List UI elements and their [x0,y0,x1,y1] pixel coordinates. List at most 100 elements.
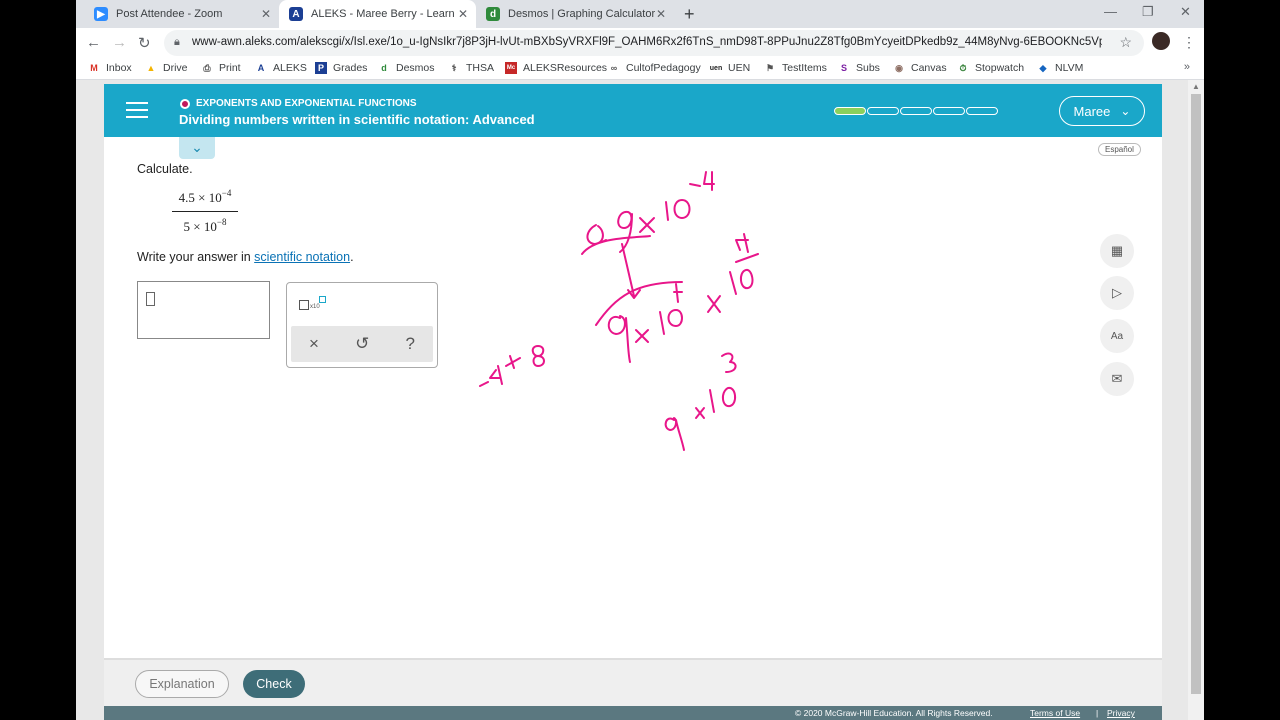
url-text[interactable]: www-awn.aleks.com/alekscgi/x/Isl.exe/1o_… [192,36,1102,48]
action-bar: Explanation Check [104,658,1162,706]
fraction-denominator: 5 × 10−8 [172,212,238,235]
user-name: Maree [1073,103,1111,119]
screen: ▶ Post Attendee - Zoom ✕ A ALEKS - Maree… [76,0,1204,720]
scientific-notation-button[interactable]: x10 [299,296,327,312]
progress-segment [933,107,965,115]
bookmark-label: NLVM [1055,62,1084,74]
tab-desmos[interactable]: d Desmos | Graphing Calculator ✕ [476,0,674,28]
calculator-icon[interactable]: ▦ [1100,234,1134,268]
bookmark-label: TestItems [782,62,827,74]
bookmark-subs[interactable]: S Subs [838,62,880,74]
privacy-link[interactable]: Privacy [1107,708,1135,718]
aleks-icon: A [289,7,303,21]
copyright-text: © 2020 McGraw-Hill Education. All Rights… [795,708,993,718]
problem-prompt: Calculate. [137,162,193,176]
bookmark-nlvm[interactable]: ◆ NLVM [1037,62,1084,74]
bookmark-aleksresources[interactable]: Mc ALEKSResources [505,62,607,74]
star-icon[interactable]: ☆ [1119,34,1132,51]
bookmark-label: Subs [856,62,880,74]
more-bookmarks-icon[interactable]: » [1184,61,1190,73]
bookmark-aleks[interactable]: A ALEKS [255,62,307,74]
scientific-notation-link[interactable]: scientific notation [254,250,350,264]
close-icon[interactable]: ✕ [261,7,271,21]
fraction-numerator: 4.5 × 10−4 [172,188,238,212]
bookmark-label: Grades [333,62,368,74]
gmail-icon: M [90,63,98,73]
bookmark-stopwatch[interactable]: ⏱ Stopwatch [957,62,1024,74]
hamburger-menu-icon[interactable] [126,102,148,118]
bookmark-inbox[interactable]: M Inbox [88,62,131,74]
zoom-icon: ▶ [94,7,108,21]
aleks-header: EXPONENTS AND EXPONENTIAL FUNCTIONS Divi… [104,84,1162,137]
numerator-coefficient: 4.5 × 10 [178,190,222,205]
bookmark-label: ALEKSResources [523,62,608,74]
uen-icon: uen [709,64,723,72]
topic-title: EXPONENTS AND EXPONENTIAL FUNCTIONS [180,98,417,109]
printer-icon: ⎙ [203,62,211,73]
instruction-pre: Write your answer in [137,250,255,264]
bookmark-thsa[interactable]: ⚕ THSA [448,62,494,74]
aleks-icon: A [257,63,265,73]
canvas-icon: ◉ [895,62,903,73]
bookmark-drive[interactable]: ▲ Drive [145,62,188,74]
close-icon[interactable]: ✕ [656,7,666,21]
menu-icon[interactable]: ⋮ [1182,34,1196,51]
answer-input[interactable] [137,281,270,339]
minimize-button[interactable]: — [1104,4,1117,19]
progress-segment [867,107,899,115]
bookmark-label: Print [219,62,241,74]
bookmark-label: ALEKS [273,62,307,74]
expand-chevron-button[interactable]: ⌄ [179,137,215,159]
lock-icon: 🔒︎ [174,36,180,48]
browser-toolbar: ← → ↻ 🔒︎ www-awn.aleks.com/alekscgi/x/Is… [76,28,1204,58]
subs-icon: S [840,63,847,73]
bookmark-uen[interactable]: uen UEN [710,62,750,74]
undo-button[interactable]: ↺ [355,334,369,354]
profile-avatar[interactable] [1152,32,1170,50]
close-icon[interactable]: ✕ [458,7,468,21]
terms-link[interactable]: Terms of Use [1030,708,1080,718]
scrollbar[interactable]: ▲ [1188,80,1204,720]
video-icon[interactable]: ▷ [1100,276,1134,310]
check-button[interactable]: Check [243,670,305,698]
bookmark-label: Desmos [396,62,435,74]
forward-icon[interactable]: → [112,34,127,51]
scroll-up-icon[interactable]: ▲ [1192,82,1200,91]
problem-fraction: 4.5 × 10−4 5 × 10−8 [172,188,238,235]
tab-zoom[interactable]: ▶ Post Attendee - Zoom ✕ [84,0,279,28]
bookmark-desmos[interactable]: d Desmos [378,62,435,74]
footer-separator: | [1096,708,1099,718]
user-menu-button[interactable]: Maree ⌄ [1059,96,1145,126]
answer-slot[interactable] [146,292,155,306]
scroll-thumb[interactable] [1191,94,1201,694]
tab-title: ALEKS - Maree Berry - Learn [311,8,455,20]
clear-button[interactable]: × [309,334,319,354]
help-button[interactable]: ? [405,334,414,354]
denominator-exponent: −8 [216,217,227,227]
bookmark-testitems[interactable]: ⚑ TestItems [764,62,827,74]
desmos-icon: d [381,63,387,73]
progress-segment [900,107,932,115]
link-icon: ∞ [610,63,618,73]
tab-strip: ▶ Post Attendee - Zoom ✕ A ALEKS - Maree… [76,0,1204,28]
bookmarks-bar: M Inbox ▲ Drive ⎙ Print A ALEKS P Grades d Des… [76,58,1204,80]
dictionary-icon[interactable]: Aa [1100,319,1134,353]
keypad-action-row: × ↺ ? [291,326,433,362]
mail-icon[interactable]: ✉ [1100,362,1134,396]
bookmark-grades[interactable]: P Grades [315,62,367,74]
bookmark-canvas[interactable]: ◉ Canvas [893,62,947,74]
grades-icon: P [315,62,327,74]
bookmark-print[interactable]: ⎙ Print [201,62,241,74]
address-bar[interactable]: 🔒︎ www-awn.aleks.com/alekscgi/x/Isl.exe/… [164,30,1144,56]
new-tab-button[interactable]: + [684,4,695,25]
back-icon[interactable]: ← [86,34,101,51]
restore-button[interactable]: ❐ [1142,4,1154,20]
bookmark-cultofpedagogy[interactable]: ∞ CultofPedagogy [608,62,701,74]
reload-icon[interactable]: ↻ [138,34,151,52]
math-keypad: x10 × ↺ ? [286,282,438,368]
explanation-button[interactable]: Explanation [135,670,229,698]
window-close-button[interactable]: ✕ [1180,4,1191,20]
instruction-post: . [350,250,354,264]
espanol-button[interactable]: Español [1098,143,1141,156]
tab-aleks[interactable]: A ALEKS - Maree Berry - Learn ✕ [279,0,476,28]
